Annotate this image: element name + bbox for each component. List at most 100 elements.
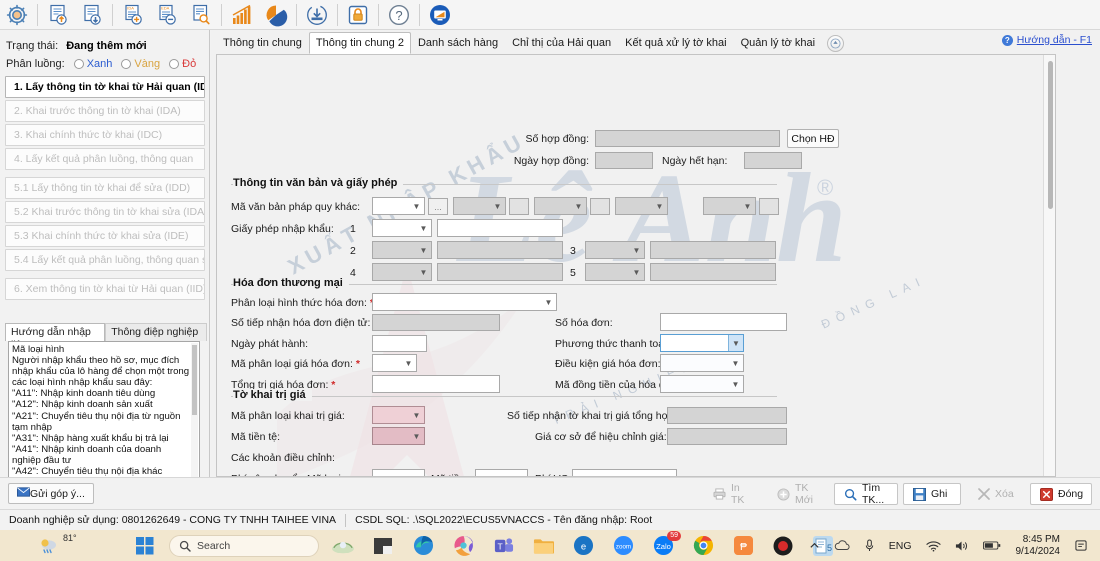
combo-ma-van-ban-4[interactable]: ▼: [615, 197, 668, 215]
combo-ma-van-ban-3[interactable]: ▼: [534, 197, 587, 215]
combo-dieu-kien-gia-hoa-don[interactable]: ▼: [660, 354, 744, 372]
combo-ma-phan-loai-khai-tri-gia[interactable]: ▼: [372, 406, 425, 424]
combo-ma-tien-te[interactable]: ▼: [372, 427, 425, 445]
ghi-button[interactable]: Ghi: [903, 483, 961, 505]
chevron-down-icon[interactable]: ▼: [541, 294, 556, 310]
chevron-down-icon[interactable]: ▼: [409, 407, 424, 423]
document-download-icon[interactable]: [75, 1, 109, 29]
combo-phan-loai-hinh-thuc-hoa-don[interactable]: ▼: [372, 293, 557, 311]
chevron-down-icon[interactable]: ▼: [409, 470, 424, 477]
input-giay-phep-1[interactable]: [437, 219, 563, 237]
input-so-hop-dong[interactable]: [595, 130, 780, 147]
chon-hd-button[interactable]: Chọn HĐ: [787, 129, 839, 148]
chevron-up-icon[interactable]: [802, 540, 827, 551]
widgets-weather-icon[interactable]: [323, 530, 363, 561]
input-phi-vc[interactable]: [572, 469, 677, 477]
chevron-down-icon[interactable]: ▼: [740, 198, 755, 214]
in-tk-button[interactable]: In TK: [703, 483, 761, 505]
combo-giay-phep-5[interactable]: ▼: [585, 263, 645, 281]
tim-tk-button[interactable]: Tìm TK...: [834, 483, 898, 505]
chevron-down-icon[interactable]: ▼: [728, 376, 743, 392]
tab-huong-dan-nhap-lieu[interactable]: Hướng dẫn nhập liệu: [5, 323, 105, 341]
document-search-icon[interactable]: [184, 1, 218, 29]
arrow-circle-up-icon[interactable]: [827, 35, 844, 52]
chevron-down-icon[interactable]: ▼: [571, 198, 586, 214]
ma-van-ban-ellipsis-button-4[interactable]: [759, 198, 779, 215]
xoa-button[interactable]: Xóa: [968, 483, 1024, 505]
wifi-icon[interactable]: [919, 540, 948, 552]
chevron-down-icon[interactable]: ▼: [409, 428, 424, 444]
combo-phi-van-chuyen-ma-loai[interactable]: ▼: [372, 469, 425, 477]
chevron-down-icon[interactable]: ▼: [652, 198, 667, 214]
guide-link-label[interactable]: Hướng dẫn - F1: [1017, 34, 1092, 46]
help-scrollbar-thumb[interactable]: [192, 345, 197, 415]
download-sync-icon[interactable]: [300, 1, 334, 29]
folder-icon[interactable]: [523, 530, 563, 561]
chevron-down-icon[interactable]: ▼: [416, 220, 431, 236]
tab-thong-diep-nghiep-vu[interactable]: Thông điệp nghiệp vụ: [105, 323, 207, 341]
form-scrollbar-thumb[interactable]: [1048, 61, 1053, 209]
radio-flow-xanh[interactable]: [74, 59, 84, 69]
edge-browser-icon[interactable]: [403, 530, 443, 561]
form-vertical-scrollbar[interactable]: [1043, 55, 1056, 476]
radio-label-vang[interactable]: Vàng: [134, 58, 160, 70]
blue-app-icon[interactable]: e: [563, 530, 603, 561]
combo-giay-phep-1[interactable]: ▼: [372, 219, 432, 237]
input-so-tiep-nhan-to-khai-tri-gia-tong-hop[interactable]: [667, 407, 787, 424]
tab-thong-tin-chung[interactable]: Thông tin chung: [216, 32, 309, 54]
guide-f1-link[interactable]: ? Hướng dẫn - F1: [1002, 34, 1092, 46]
input-ngay-phat-hanh[interactable]: [372, 335, 427, 352]
sidebar-step-3[interactable]: 3. Khai chính thức tờ khai (IDC): [5, 124, 205, 146]
input-so-hoa-don[interactable]: [660, 313, 787, 331]
input-giay-phep-4[interactable]: [437, 263, 563, 281]
combo-giay-phep-2[interactable]: ▼: [372, 241, 432, 259]
weather-widget-icon[interactable]: 81°: [38, 533, 77, 557]
tab-thong-tin-chung-2[interactable]: Thông tin chung 2: [309, 32, 411, 54]
chevron-down-icon[interactable]: ▼: [728, 355, 743, 371]
input-ngay-het-han[interactable]: [744, 152, 802, 169]
input-ngay-hop-dong[interactable]: [595, 152, 653, 169]
combo-ma-dong-tien-hoa-don[interactable]: ▼: [660, 375, 744, 393]
chevron-down-icon[interactable]: ▼: [409, 198, 424, 214]
gui-gop-y-button[interactable]: Gửi góp ý...: [8, 483, 94, 504]
ma-van-ban-ellipsis-button-2[interactable]: [509, 198, 529, 215]
onedrive-icon[interactable]: [827, 540, 857, 551]
input-tong-tri-gia-hoa-don[interactable]: [372, 375, 500, 393]
combo-phi-van-chuyen-ma-tien[interactable]: ▼: [475, 469, 528, 477]
settings-gear-icon[interactable]: [0, 1, 34, 29]
document-upload-icon[interactable]: [41, 1, 75, 29]
pie-chart-icon[interactable]: [259, 1, 293, 29]
sidebar-step-6[interactable]: 6. Xem thông tin tờ khai từ Hải quan (II…: [5, 278, 205, 300]
combo-phuong-thuc-thanh-toan[interactable]: ▼: [660, 334, 744, 352]
search-box[interactable]: Search: [169, 535, 319, 557]
sidebar-step-5-1[interactable]: 5.1 Lấy thông tin tờ khai để sửa (IDD): [5, 177, 205, 199]
chrome-icon[interactable]: [683, 530, 723, 561]
file-explorer-dark-icon[interactable]: [363, 530, 403, 561]
copilot-icon[interactable]: [443, 530, 483, 561]
sidebar-step-5-3[interactable]: 5.3 Khai chính thức tờ khai sửa (IDE): [5, 225, 205, 247]
lock-icon[interactable]: [341, 1, 375, 29]
ma-van-ban-ellipsis-button[interactable]: ...: [428, 198, 448, 215]
sidebar-step-2[interactable]: 2. Khai trước thông tin tờ khai (IDA): [5, 100, 205, 122]
radio-label-do[interactable]: Đỏ: [182, 58, 196, 70]
chevron-down-icon[interactable]: ▼: [629, 242, 644, 258]
notification-icon[interactable]: [1068, 539, 1094, 552]
tab-quan-ly-to-khai[interactable]: Quản lý tờ khai: [734, 32, 822, 54]
input-giay-phep-3[interactable]: [650, 241, 776, 259]
input-giay-phep-5[interactable]: [650, 263, 776, 281]
combo-ma-van-ban-5[interactable]: ▼: [703, 197, 756, 215]
dong-button[interactable]: Đóng: [1030, 483, 1092, 505]
tab-danh-sach-hang[interactable]: Danh sách hàng: [411, 32, 505, 54]
input-giay-phep-2[interactable]: [437, 241, 563, 259]
chevron-down-icon[interactable]: ▼: [416, 242, 431, 258]
battery-icon[interactable]: [976, 540, 1008, 551]
monitor-icon[interactable]: [423, 1, 457, 29]
taskbar-clock[interactable]: 8:45 PM 9/14/2024: [1008, 534, 1069, 558]
combo-ma-van-ban-2[interactable]: ▼: [453, 197, 506, 215]
bar-chart-icon[interactable]: [225, 1, 259, 29]
document-remove-eda-icon[interactable]: EDA: [150, 1, 184, 29]
zalo-icon[interactable]: Zalo 59: [643, 530, 683, 561]
teams-icon[interactable]: T: [483, 530, 523, 561]
input-gia-co-so-hieu-chinh-gia[interactable]: [667, 428, 787, 445]
chevron-down-icon[interactable]: ▼: [490, 198, 505, 214]
